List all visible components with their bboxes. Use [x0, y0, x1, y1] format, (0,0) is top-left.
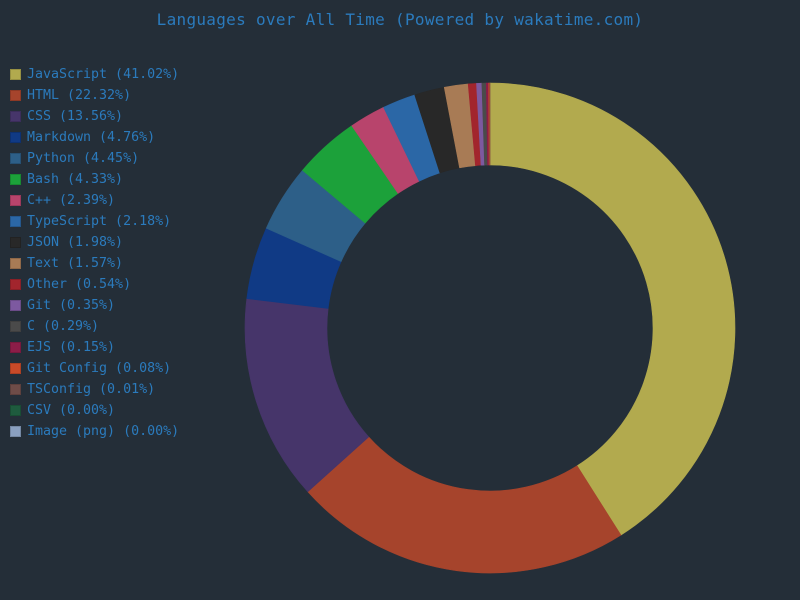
pie-slice[interactable] [307, 436, 622, 574]
pie-slice[interactable] [489, 82, 736, 536]
donut-chart [244, 82, 736, 574]
